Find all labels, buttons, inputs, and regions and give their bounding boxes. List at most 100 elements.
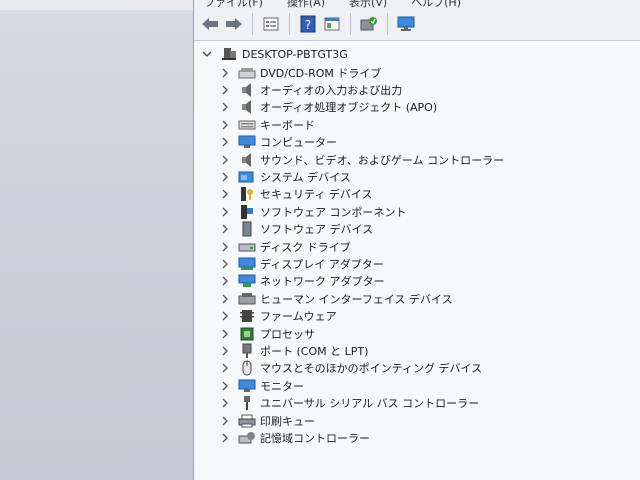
- toolbar-separator: [252, 13, 253, 35]
- speaker-icon: [238, 83, 256, 98]
- chevron-right-icon[interactable]: [220, 189, 230, 199]
- device-category-label: オーディオの入力および出力: [260, 84, 403, 98]
- device-category-item[interactable]: ファームウェア: [220, 307, 504, 324]
- device-category-item[interactable]: ディスプレイ アダプター: [220, 255, 504, 272]
- device-category-item[interactable]: プロセッサ: [220, 325, 504, 342]
- toolbar-separator: [350, 13, 351, 35]
- taskbar-edge: [0, 0, 195, 10]
- chevron-right-icon[interactable]: [220, 311, 230, 321]
- software-device-icon: [238, 221, 256, 237]
- device-category-item[interactable]: キーボード: [220, 116, 504, 133]
- network-adapter-icon: [238, 274, 256, 288]
- keyboard-icon: [238, 118, 256, 132]
- chevron-right-icon[interactable]: [220, 329, 230, 339]
- chevron-right-icon[interactable]: [220, 172, 230, 182]
- device-category-label: モニター: [260, 379, 304, 393]
- device-category-item[interactable]: ヒューマン インターフェイス デバイス: [220, 290, 504, 307]
- chevron-right-icon[interactable]: [220, 294, 230, 304]
- tree-root[interactable]: DESKTOP-PBTGT3G: [202, 46, 348, 62]
- chevron-right-icon[interactable]: [220, 102, 230, 112]
- svg-text:?: ?: [305, 18, 311, 32]
- menu-bar: ファイル(F) 操作(A) 表示(V) ヘルプ(H): [194, 0, 640, 9]
- system-device-icon: [238, 170, 256, 184]
- device-category-item[interactable]: モニター: [220, 377, 504, 394]
- printer-icon: [238, 414, 256, 428]
- device-category-item[interactable]: ソフトウェア デバイス: [220, 221, 504, 238]
- dvd-drive-icon: [238, 66, 256, 80]
- device-category-list: DVD/CD-ROM ドライブオーディオの入力および出力 オーディオ処理オブジェク…: [220, 64, 504, 447]
- toolbar-separator: [289, 13, 290, 35]
- device-category-label: マウスとそのほかのポインティング デバイス: [260, 362, 483, 376]
- device-category-item[interactable]: ソフトウェア コンポーネント: [220, 203, 504, 220]
- chevron-right-icon[interactable]: [220, 416, 230, 426]
- monitor-icon: [238, 379, 256, 393]
- device-category-label: ソフトウェア コンポーネント: [260, 205, 407, 219]
- show-hide-icon[interactable]: [322, 14, 342, 34]
- device-category-item[interactable]: ディスク ドライブ: [220, 238, 504, 255]
- device-category-label: ディスク ドライブ: [260, 240, 351, 254]
- chevron-right-icon[interactable]: [220, 276, 230, 286]
- device-category-item[interactable]: セキュリティ デバイス: [220, 186, 504, 203]
- device-category-label: ネットワーク アダプター: [260, 275, 385, 289]
- chevron-right-icon[interactable]: [220, 155, 230, 165]
- security-key-icon: [238, 187, 256, 202]
- menu-action[interactable]: 操作(A): [287, 0, 325, 9]
- chevron-right-icon[interactable]: [220, 207, 230, 217]
- computer-icon: [220, 47, 238, 61]
- device-category-item[interactable]: コンピューター: [220, 134, 504, 151]
- hid-icon: [238, 292, 256, 306]
- speaker-icon: [238, 152, 256, 167]
- chevron-right-icon[interactable]: [220, 68, 230, 78]
- device-category-item[interactable]: サウンド、ビデオ、およびゲーム コントローラー: [220, 151, 504, 168]
- firmware-icon: [238, 309, 256, 323]
- device-category-label: セキュリティ デバイス: [260, 188, 373, 202]
- chevron-right-icon[interactable]: [220, 433, 230, 443]
- forward-icon[interactable]: [224, 14, 244, 34]
- speaker-icon: [238, 100, 256, 115]
- chevron-right-icon[interactable]: [220, 259, 230, 269]
- display-adapter-icon: [238, 257, 256, 271]
- device-category-item[interactable]: オーディオ処理オブジェクト (APO): [220, 99, 504, 116]
- properties-icon[interactable]: [261, 14, 281, 34]
- chevron-right-icon[interactable]: [220, 224, 230, 234]
- device-category-item[interactable]: 記憶域コントローラー: [220, 429, 504, 446]
- device-category-item[interactable]: DVD/CD-ROM ドライブ: [220, 64, 504, 81]
- device-manager-window: ファイル(F) 操作(A) 表示(V) ヘルプ(H) ? DESKTOP-PBT…: [193, 0, 640, 480]
- menu-view[interactable]: 表示(V): [349, 0, 387, 9]
- device-category-label: ディスプレイ アダプター: [260, 257, 384, 271]
- toolbar-separator: [387, 13, 388, 35]
- processor-icon: [238, 327, 256, 341]
- menu-help[interactable]: ヘルプ(H): [411, 0, 461, 9]
- device-category-label: ユニバーサル シリアル バス コントローラー: [260, 397, 480, 411]
- device-category-item[interactable]: マウスとそのほかのポインティング デバイス: [220, 360, 504, 377]
- disk-drive-icon: [238, 240, 256, 254]
- device-category-item[interactable]: 印刷キュー: [220, 412, 504, 429]
- menu-file[interactable]: ファイル(F): [204, 0, 263, 9]
- device-category-label: 記憶域コントローラー: [260, 431, 370, 445]
- chevron-right-icon[interactable]: [220, 120, 230, 130]
- device-category-item[interactable]: オーディオの入力および出力: [220, 81, 504, 98]
- monitor-icon[interactable]: [396, 14, 416, 34]
- device-category-label: 印刷キュー: [260, 414, 315, 428]
- back-icon[interactable]: [200, 14, 220, 34]
- help-icon[interactable]: ?: [298, 14, 318, 34]
- device-category-label: DVD/CD-ROM ドライブ: [260, 66, 382, 80]
- device-category-item[interactable]: ポート (COM と LPT): [220, 342, 504, 359]
- chevron-right-icon[interactable]: [220, 85, 230, 95]
- scan-hardware-icon[interactable]: [359, 14, 379, 34]
- chevron-right-icon[interactable]: [220, 242, 230, 252]
- chevron-right-icon[interactable]: [220, 137, 230, 147]
- tree-root-label: DESKTOP-PBTGT3G: [242, 47, 348, 61]
- chevron-down-icon[interactable]: [202, 49, 212, 59]
- device-category-label: コンピューター: [260, 136, 337, 150]
- device-category-item[interactable]: ユニバーサル シリアル バス コントローラー: [220, 394, 504, 411]
- chevron-right-icon[interactable]: [220, 381, 230, 391]
- chevron-right-icon[interactable]: [220, 398, 230, 408]
- chevron-right-icon[interactable]: [220, 363, 230, 373]
- device-category-label: システム デバイス: [260, 171, 351, 185]
- device-category-label: ソフトウェア デバイス: [260, 223, 374, 237]
- device-category-item[interactable]: システム デバイス: [220, 168, 504, 185]
- chevron-right-icon[interactable]: [220, 346, 230, 356]
- device-category-item[interactable]: ネットワーク アダプター: [220, 273, 504, 290]
- device-category-label: ポート (COM と LPT): [260, 344, 369, 358]
